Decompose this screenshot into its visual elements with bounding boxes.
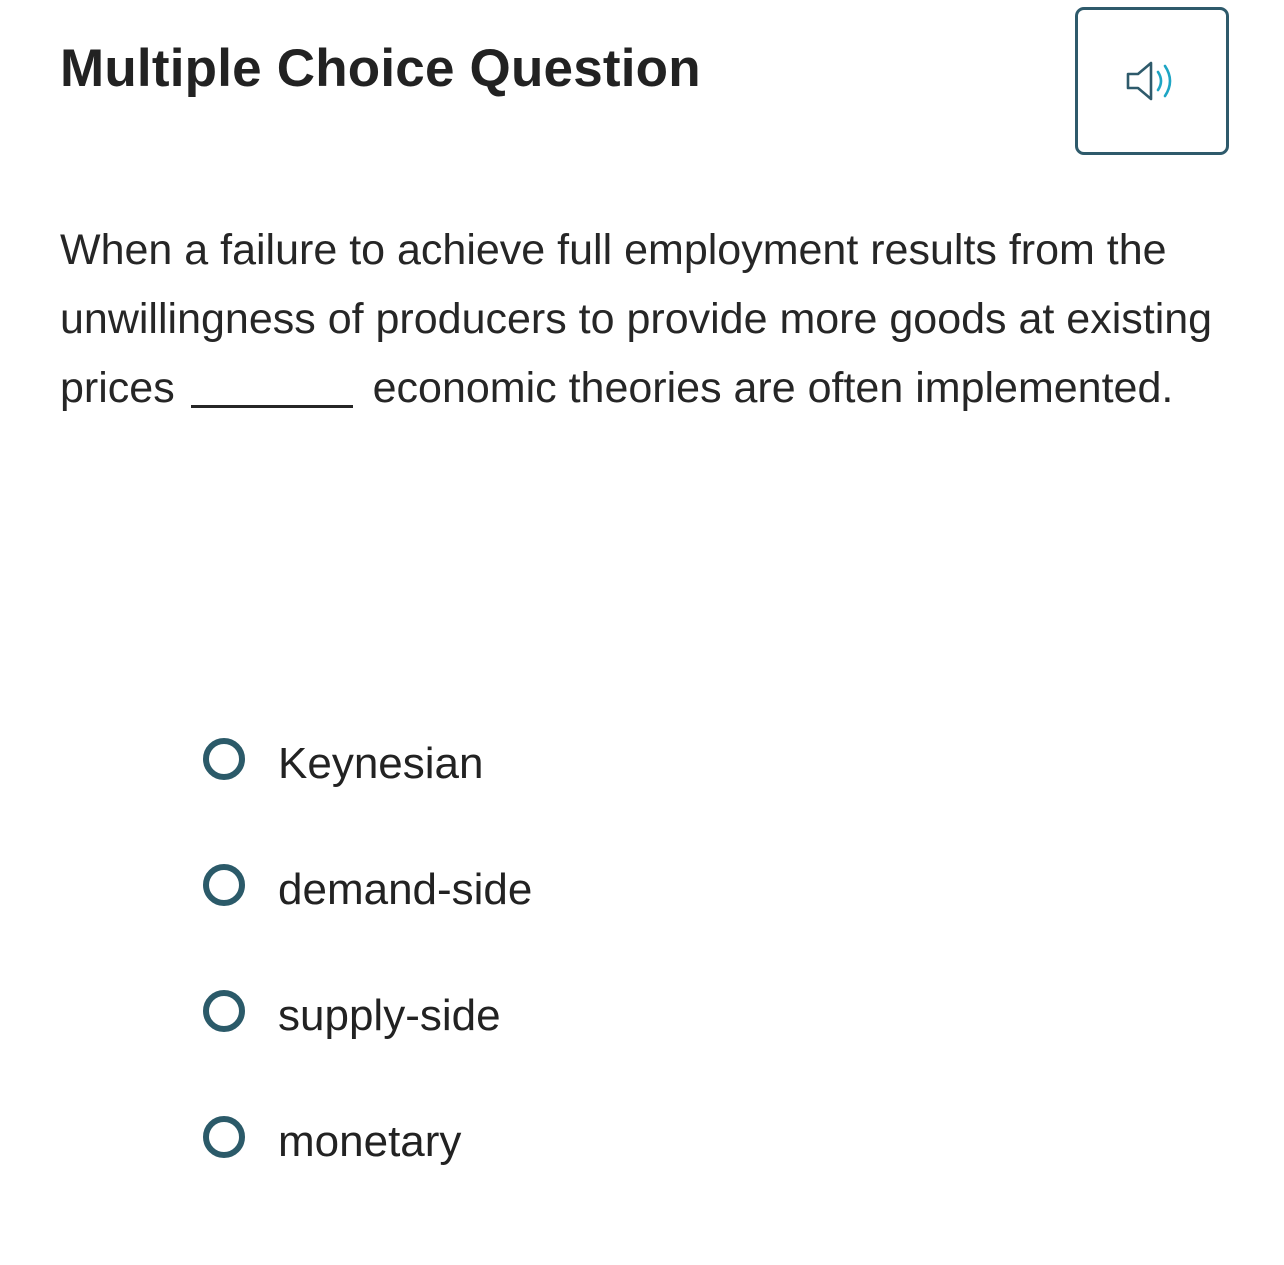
answer-blank: [190, 405, 353, 408]
speaker-icon: [1124, 58, 1180, 104]
question-header: Multiple Choice Question: [0, 0, 1284, 170]
question-text-end: economic theories are often implemented.: [372, 364, 1174, 412]
choice-monetary[interactable]: monetary: [200, 1110, 1100, 1236]
choice-label: monetary: [278, 1117, 462, 1166]
question-prompt: When a failure to achieve full employmen…: [60, 216, 1220, 423]
choice-keynesian[interactable]: Keynesian: [200, 732, 1100, 858]
read-aloud-button[interactable]: [1075, 7, 1229, 155]
radio-button[interactable]: [203, 1116, 245, 1158]
page-title: Multiple Choice Question: [60, 39, 701, 98]
choice-label: supply-side: [278, 991, 501, 1040]
radio-button[interactable]: [203, 738, 245, 780]
radio-button[interactable]: [203, 990, 245, 1032]
choice-demand-side[interactable]: demand-side: [200, 858, 1100, 984]
radio-button[interactable]: [203, 864, 245, 906]
choice-supply-side[interactable]: supply-side: [200, 984, 1100, 1110]
choice-label: Keynesian: [278, 739, 484, 788]
answer-choices: Keynesian demand-side supply-side moneta…: [200, 732, 1100, 1236]
choice-label: demand-side: [278, 865, 533, 914]
